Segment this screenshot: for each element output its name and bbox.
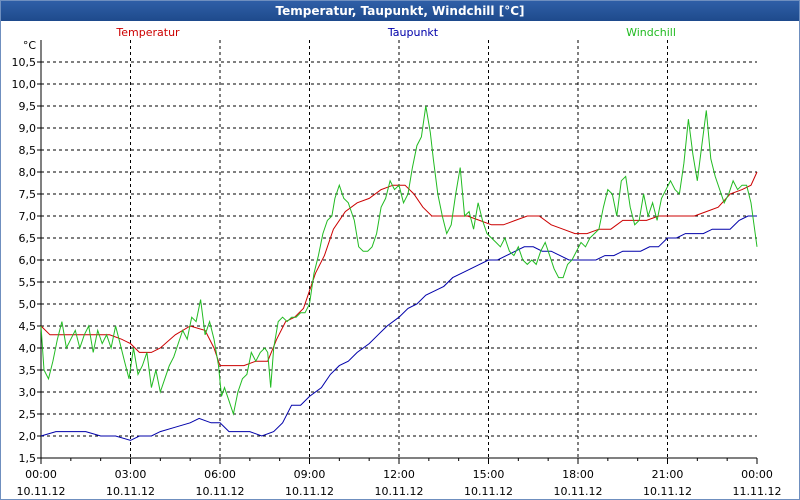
y-tick-label: 3,0 <box>19 386 37 399</box>
x-tick-date: 10.11.12 <box>554 485 603 498</box>
y-tick-label: 10,5 <box>12 56 37 69</box>
x-tick-time: 18:00 <box>562 468 594 481</box>
y-tick-label: 5,5 <box>19 276 37 289</box>
x-tick-time: 03:00 <box>115 468 147 481</box>
grid-lines <box>41 40 757 458</box>
legend: Temperatur Taupunkt Windchill <box>115 26 676 39</box>
x-tick-time: 06:00 <box>204 468 236 481</box>
y-tick-label: 9,5 <box>19 100 37 113</box>
x-tick-time: 21:00 <box>652 468 684 481</box>
legend-temperatur: Temperatur <box>115 26 180 39</box>
x-tick-time: 09:00 <box>294 468 326 481</box>
y-tick-label: 8,5 <box>19 144 37 157</box>
x-tick-date: 10.11.12 <box>643 485 692 498</box>
x-tick-date: 10.11.12 <box>196 485 245 498</box>
y-tick-label: 4,0 <box>19 342 37 355</box>
y-tick-label: 4,5 <box>19 320 37 333</box>
y-tick-label: 1,5 <box>19 452 37 465</box>
y-unit-label: °C <box>23 39 37 52</box>
x-tick-date: 10.11.12 <box>17 485 66 498</box>
y-tick-label: 3,5 <box>19 364 37 377</box>
y-tick-label: 8,0 <box>19 166 37 179</box>
x-axis-ticks: 00:00 10.11.12 03:00 10.11.12 06:00 10.11.12 0… <box>17 458 782 498</box>
x-tick-date: 10.11.12 <box>285 485 334 498</box>
x-tick-date: 10.11.12 <box>375 485 424 498</box>
y-tick-label: 6,0 <box>19 254 37 267</box>
y-tick-label: 2,5 <box>19 408 37 421</box>
x-tick-time: 00:00 <box>25 468 57 481</box>
y-tick-label: 2,0 <box>19 430 37 443</box>
y-tick-label: 7,5 <box>19 188 37 201</box>
x-tick-time: 00:00 <box>741 468 773 481</box>
y-tick-label: 10,0 <box>12 78 37 91</box>
x-tick-date: 10.11.12 <box>464 485 513 498</box>
legend-windchill: Windchill <box>626 26 676 39</box>
y-axis-ticks: 1,5 2,0 2,5 3,0 3,5 4,0 4,5 5,0 5,5 6,0 6,5 7,0 7,5 8… <box>12 39 41 465</box>
x-tick-date: 10.11.12 <box>106 485 155 498</box>
x-tick-time: 15:00 <box>473 468 505 481</box>
x-tick-date: 11.11.12 <box>733 485 782 498</box>
y-tick-label: 9,0 <box>19 122 37 135</box>
y-tick-label: 5,0 <box>19 298 37 311</box>
legend-taupunkt: Taupunkt <box>387 26 439 39</box>
y-tick-label: 6,5 <box>19 232 37 245</box>
x-tick-time: 12:00 <box>383 468 415 481</box>
line-chart: 1,5 2,0 2,5 3,0 3,5 4,0 4,5 5,0 5,5 6,0 6,5 7,0 7,5 8… <box>12 26 782 498</box>
y-tick-label: 7,0 <box>19 210 37 223</box>
